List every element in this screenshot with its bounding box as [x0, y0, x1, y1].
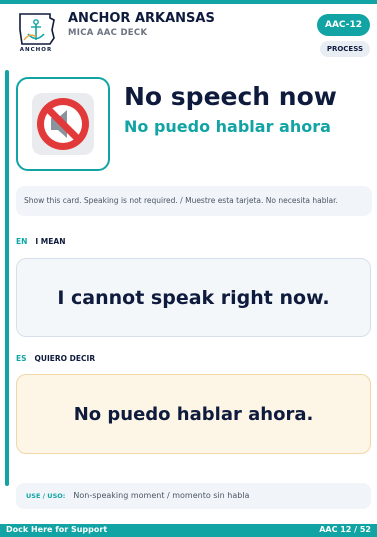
card-icon-frame: [16, 77, 110, 171]
arkansas-anchor-icon: [19, 13, 55, 45]
spanish-section-label: ES QUIERO DECIR: [16, 354, 95, 363]
footer-bar: Dock Here for Support AAC 12 / 52: [0, 524, 377, 537]
deck-name: MICA AAC DECK: [68, 28, 148, 38]
category-badge: PROCESS: [319, 41, 370, 57]
spanish-phrase-card: No puedo hablar ahora.: [16, 374, 371, 454]
anchor-logo: ANCHOR: [14, 10, 58, 58]
lang-code-en: EN: [16, 237, 28, 246]
brand-name: ANCHOR ARKANSAS: [68, 11, 215, 26]
support-link[interactable]: Dock Here for Support: [6, 525, 107, 534]
english-section-label: EN I MEAN: [16, 237, 65, 246]
english-phrase-card: I cannot speak right now.: [16, 258, 371, 337]
scrollbar[interactable]: [5, 70, 9, 486]
usage-label: USE / USO:: [26, 492, 66, 500]
header: ANCHOR ANCHOR ARKANSAS MICA AAC DECK AAC…: [0, 4, 377, 62]
card-code-badge: AAC-12: [316, 14, 370, 36]
usage-note: USE / USO: Non-speaking moment / momento …: [16, 483, 371, 509]
section-title-en: I MEAN: [35, 237, 66, 246]
instructions-banner: Show this card. Speaking is not required…: [16, 186, 372, 216]
card-counter: AAC 12 / 52: [319, 525, 371, 534]
lang-code-es: ES: [16, 354, 27, 363]
card-title-spanish: No puedo hablar ahora: [124, 117, 331, 136]
section-title-es: QUIERO DECIR: [34, 354, 96, 363]
muted-speaker-icon: [32, 93, 94, 155]
card-title-english: No speech now: [124, 82, 337, 111]
logo-text: ANCHOR: [19, 47, 53, 53]
usage-text: Non-speaking moment / momento sin habla: [73, 491, 250, 500]
